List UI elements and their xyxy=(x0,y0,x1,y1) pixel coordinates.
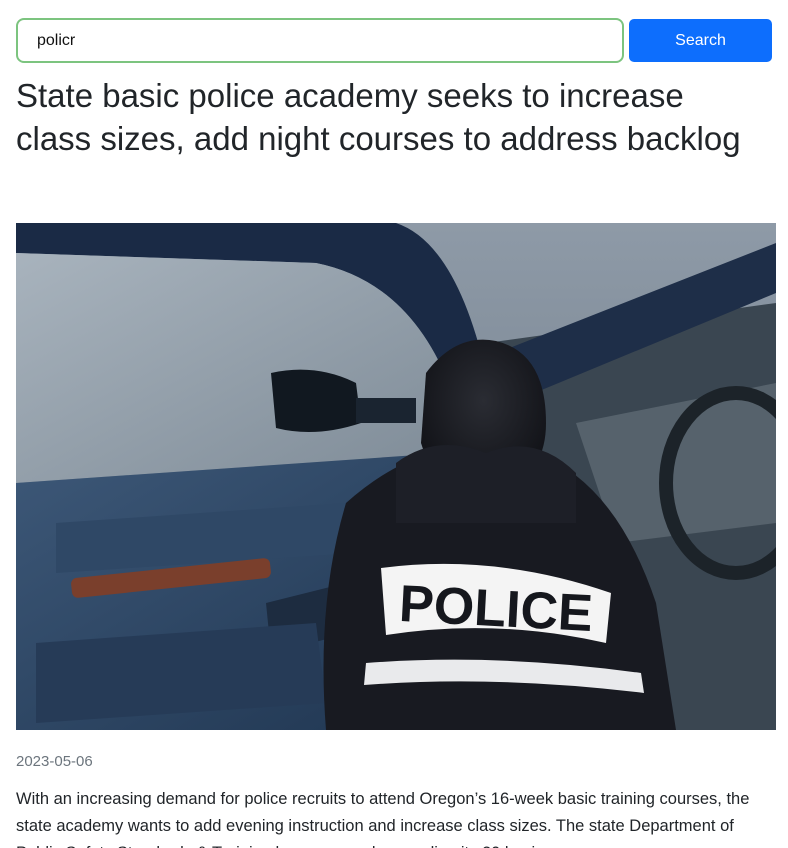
article-image: POLICE xyxy=(16,223,776,730)
search-button[interactable]: Search xyxy=(629,19,772,62)
article-body: With an increasing demand for police rec… xyxy=(16,790,750,848)
article-date: 2023-05-06 xyxy=(16,753,93,770)
jacket-text: POLICE xyxy=(398,575,594,643)
police-car-photo: POLICE xyxy=(16,223,776,730)
article-title: State basic police academy seeks to incr… xyxy=(16,77,741,157)
search-bar: Search xyxy=(16,18,772,63)
article-page: Search State basic police academy seeks … xyxy=(0,0,788,848)
search-input[interactable] xyxy=(16,18,624,63)
